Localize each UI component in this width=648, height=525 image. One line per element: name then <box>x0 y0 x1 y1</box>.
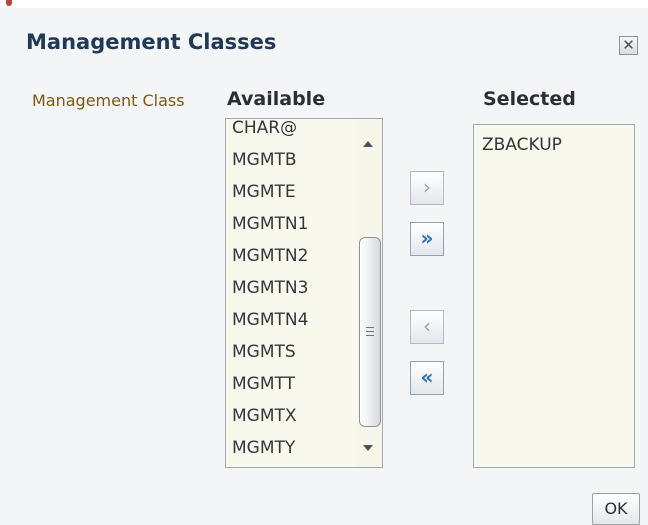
list-item[interactable]: CHAR@ <box>232 119 308 144</box>
selected-header: Selected <box>483 88 576 110</box>
list-item[interactable]: MGMTY <box>232 432 308 464</box>
move-button[interactable]: › <box>410 171 444 205</box>
list-item[interactable]: ZBACKUP <box>482 135 562 155</box>
scroll-thumb[interactable] <box>359 237 381 427</box>
list-item[interactable]: MGMTN3 <box>232 272 308 304</box>
list-item[interactable]: MGMTE <box>232 176 308 208</box>
management-classes-dialog: Management Classes ✕ Management Class Av… <box>0 8 648 525</box>
list-item[interactable]: MGMTS <box>232 336 308 368</box>
available-header: Available <box>227 88 326 110</box>
scroll-down-icon[interactable] <box>363 445 373 451</box>
list-item[interactable]: MGMTX <box>232 400 308 432</box>
list-item[interactable]: MGMTB <box>232 144 308 176</box>
scroll-up-icon[interactable] <box>363 141 373 147</box>
list-item[interactable]: MGMTN2 <box>232 240 308 272</box>
remove-button[interactable]: ‹ <box>410 310 444 344</box>
available-list[interactable]: CHAR@ MGMTB MGMTE MGMTN1 MGMTN2 MGMTN3 M… <box>225 118 383 468</box>
background-marker <box>6 0 12 6</box>
dialog-title: Management Classes <box>26 30 277 54</box>
move-all-button[interactable]: » <box>410 222 444 256</box>
remove-all-button[interactable]: « <box>410 361 444 395</box>
close-icon[interactable]: ✕ <box>619 36 638 55</box>
list-item[interactable]: MGMTN1 <box>232 208 308 240</box>
list-item[interactable]: MGMTN4 <box>232 304 308 336</box>
list-item[interactable]: MGMTT <box>232 368 308 400</box>
available-scrollbar[interactable] <box>356 119 382 467</box>
ok-button[interactable]: OK <box>592 493 640 525</box>
selected-list[interactable]: ZBACKUP <box>473 124 635 468</box>
management-class-label: Management Class <box>32 91 185 110</box>
grip-icon <box>366 327 374 336</box>
